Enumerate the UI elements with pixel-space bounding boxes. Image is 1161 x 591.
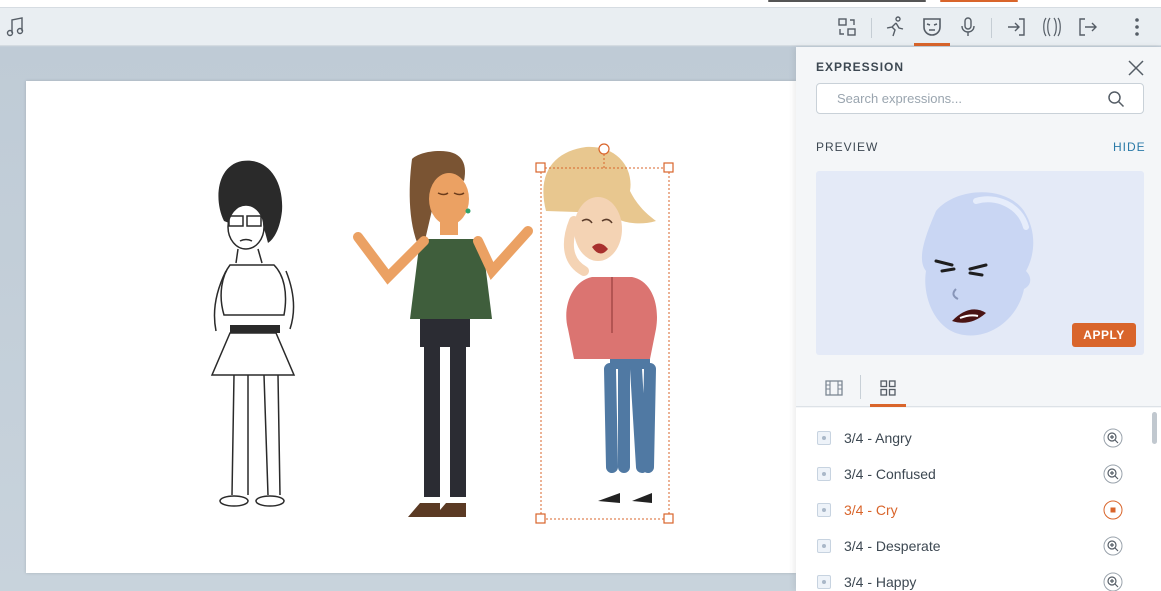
zoom-in-icon[interactable] [1103,464,1123,484]
header-tab-indicator [768,0,926,2]
expression-label: 3/4 - Cry [844,502,898,518]
view-tabs [796,367,1161,407]
expression-preview: APPLY [816,171,1144,355]
close-icon[interactable] [1126,58,1146,78]
scene-canvas[interactable] [26,81,796,573]
expression-panel: EXPRESSION PREVIEW HIDE APPLY [796,47,1161,591]
list-item[interactable]: 3/4 - Happy [796,564,1148,591]
film-view-icon[interactable] [816,373,852,403]
action-icon[interactable] [880,12,910,42]
hide-preview-link[interactable]: HIDE [1113,140,1146,154]
exit-icon[interactable] [1073,12,1103,42]
expression-label: 3/4 - Happy [844,574,917,590]
microphone-icon[interactable] [953,12,983,42]
list-item[interactable]: 3/4 - Confused [796,456,1148,492]
list-item-selected[interactable]: 3/4 - Cry [796,492,1148,528]
view-tabs-divider [860,375,861,399]
expression-icon[interactable] [917,12,947,42]
list-item[interactable]: 3/4 - Desperate [796,528,1148,564]
expression-label: 3/4 - Angry [844,430,912,446]
stop-preview-icon[interactable] [1103,500,1123,520]
zoom-in-icon[interactable] [1103,428,1123,448]
zoom-in-icon[interactable] [1103,572,1123,591]
expression-label: 3/4 - Desperate [844,538,941,554]
search-box [816,83,1144,114]
toolbar-divider [871,18,872,38]
top-strip [0,0,1161,8]
character-shrugging-woman[interactable] [353,151,533,517]
effects-icon[interactable] [1037,12,1067,42]
search-icon[interactable] [1107,90,1125,108]
preview-label: PREVIEW [816,140,879,154]
expression-thumb-icon [817,539,831,553]
zoom-in-icon[interactable] [1103,536,1123,556]
swap-icon[interactable] [832,12,862,42]
panel-title: EXPRESSION [816,60,905,74]
active-tool-indicator [914,43,950,46]
list-scrollbar[interactable] [1152,412,1157,444]
expression-thumb-icon [817,503,831,517]
list-item[interactable]: 3/4 - Angry [796,420,1148,456]
expression-label: 3/4 - Confused [844,466,936,482]
header-accent-indicator [940,0,1018,2]
grid-view-icon[interactable] [870,373,906,403]
character-sketch-girl[interactable] [210,160,296,507]
toolbar-divider [991,18,992,38]
enter-icon[interactable] [1001,12,1031,42]
more-icon[interactable] [1122,12,1152,42]
apply-button[interactable]: APPLY [1072,323,1136,347]
character-crying-woman[interactable] [543,146,657,503]
expression-thumb-icon [817,575,831,589]
expression-list: 3/4 - Angry 3/4 - Confused 3/4 - Cry 3/4… [796,408,1161,591]
stage-area [0,47,796,591]
expression-thumb-icon [817,467,831,481]
expression-thumb-icon [817,431,831,445]
music-icon[interactable] [0,12,30,42]
search-input[interactable] [817,84,1107,113]
active-view-indicator [870,404,906,407]
toolbar [0,8,1161,46]
